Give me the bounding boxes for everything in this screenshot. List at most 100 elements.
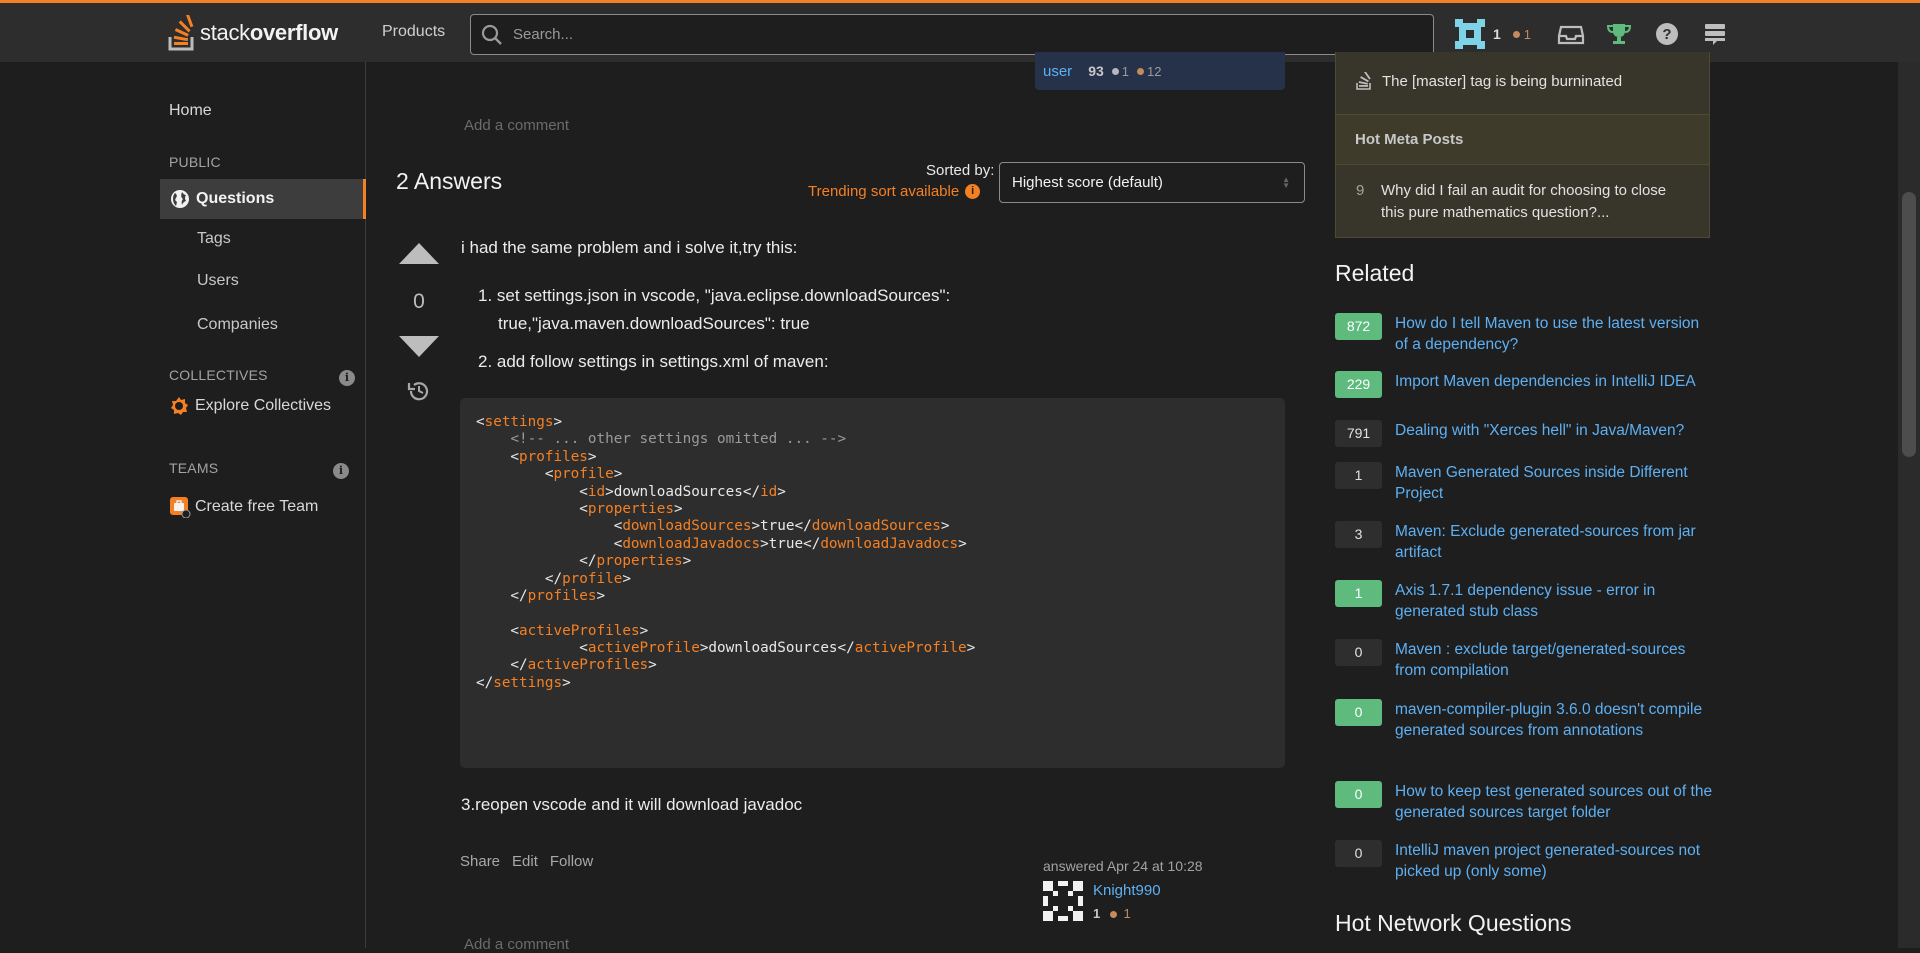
nav-companies[interactable]: Companies bbox=[197, 316, 278, 334]
bronze-badge-icon bbox=[1512, 30, 1520, 38]
related-item-score: 0 bbox=[1335, 639, 1382, 666]
related-item[interactable]: 791 Dealing with "Xerces hell" in Java/Ma… bbox=[1335, 420, 1715, 447]
site-switcher-icon[interactable] bbox=[1701, 20, 1729, 48]
related-item[interactable]: 3 Maven: Exclude generated-sources from j… bbox=[1335, 521, 1715, 563]
sort-select[interactable]: Highest score (default) ▲ ▼ bbox=[999, 162, 1305, 203]
related-item-score: 229 bbox=[1335, 371, 1382, 398]
vote-count: 0 bbox=[413, 290, 425, 313]
answered-timestamp[interactable]: answered Apr 24 at 10:28 bbox=[1043, 858, 1203, 874]
related-item-score: 0 bbox=[1335, 840, 1382, 867]
sort-select-value: Highest score (default) bbox=[1012, 174, 1163, 191]
search-box[interactable] bbox=[470, 14, 1434, 55]
related-item[interactable]: 1 Maven Generated Sources inside Differen… bbox=[1335, 462, 1715, 504]
related-item[interactable]: 0 Maven : exclude target/generated-source… bbox=[1335, 639, 1715, 681]
related-item-title[interactable]: Maven : exclude target/generated-sources… bbox=[1395, 639, 1715, 681]
scrollbar-thumb[interactable] bbox=[1902, 192, 1916, 457]
related-item-title[interactable]: IntelliJ maven project generated-sources… bbox=[1395, 840, 1715, 882]
user-avatar-icon[interactable] bbox=[1455, 19, 1485, 49]
related-item[interactable]: 0 maven-compiler-plugin 3.6.0 doesn't com… bbox=[1335, 699, 1715, 741]
meta-sidebar-box: The [master] tag is being burninated Hot… bbox=[1335, 52, 1710, 238]
related-item-title[interactable]: How do I tell Maven to use the latest ve… bbox=[1395, 313, 1715, 355]
answer-step-2: 2. add follow settings in settings.xml o… bbox=[478, 352, 829, 371]
nav-home[interactable]: Home bbox=[169, 102, 212, 120]
stackoverflow-logo[interactable]: stackoverflow bbox=[168, 13, 338, 53]
info-icon: i bbox=[965, 184, 981, 199]
code-block: <settings> <!-- ... other settings omitt… bbox=[460, 398, 1285, 768]
nav-questions[interactable]: Questions bbox=[160, 179, 366, 219]
code-line: <profile> bbox=[476, 466, 623, 483]
stack-exchange-meta-icon bbox=[1356, 72, 1371, 90]
related-item-title[interactable]: Import Maven dependencies in IntelliJ ID… bbox=[1395, 371, 1715, 398]
achievements-trophy-icon[interactable] bbox=[1605, 20, 1633, 48]
nav-users[interactable]: Users bbox=[197, 272, 239, 290]
related-item-title[interactable]: Axis 1.7.1 dependency issue - error in g… bbox=[1395, 580, 1715, 622]
nav-questions-label: Questions bbox=[196, 190, 275, 207]
code-line: </properties> bbox=[476, 553, 692, 570]
follow-link[interactable]: Follow bbox=[550, 853, 593, 870]
bronze-badge-icon bbox=[1109, 911, 1117, 918]
inbox-icon[interactable] bbox=[1557, 20, 1585, 48]
related-item[interactable]: 229 Import Maven dependencies in IntelliJ… bbox=[1335, 371, 1715, 398]
question-owner-name[interactable]: user bbox=[1043, 63, 1072, 80]
burninated-text: The [master] tag is being burninated bbox=[1382, 72, 1623, 90]
left-sidebar: Home PUBLIC Questions Tags Users Compani… bbox=[160, 62, 366, 948]
related-item-title[interactable]: maven-compiler-plugin 3.6.0 doesn't comp… bbox=[1395, 699, 1715, 741]
nav-section-collectives: COLLECTIVES bbox=[169, 367, 268, 383]
page-scrollbar[interactable] bbox=[1898, 62, 1920, 948]
bronze-badge-icon bbox=[1137, 67, 1144, 75]
logo-prefix: stack bbox=[200, 20, 250, 45]
answerer-avatar[interactable] bbox=[1043, 881, 1083, 921]
related-item-title[interactable]: Maven: Exclude generated-sources from ja… bbox=[1395, 521, 1715, 563]
silver-badge-count: 1 bbox=[1121, 63, 1129, 79]
code-line: <properties> bbox=[476, 500, 683, 517]
hot-network-questions-heading: Hot Network Questions bbox=[1335, 910, 1572, 936]
burninated-post[interactable]: The [master] tag is being burninated bbox=[1356, 72, 1622, 90]
code-line: <id>downloadSources</id> bbox=[476, 483, 786, 500]
history-icon[interactable] bbox=[406, 378, 432, 404]
related-item-title[interactable]: Dealing with "Xerces hell" in Java/Maven… bbox=[1395, 420, 1715, 447]
related-item-title[interactable]: Maven Generated Sources inside Different… bbox=[1395, 462, 1715, 504]
code-line: <downloadJavadocs>true</downloadJavadocs… bbox=[476, 535, 967, 552]
hot-meta-post[interactable]: 9 Why did I fail an audit for choosing t… bbox=[1356, 180, 1681, 224]
related-item[interactable]: 0 How to keep test generated sources out … bbox=[1335, 781, 1715, 823]
help-icon[interactable]: ? bbox=[1653, 20, 1681, 48]
logo-suffix: overflow bbox=[249, 20, 338, 45]
collectives-icon bbox=[171, 397, 188, 415]
add-comment-link[interactable]: Add a comment bbox=[464, 117, 569, 134]
stackoverflow-logo-icon bbox=[168, 15, 194, 51]
hot-meta-heading: Hot Meta Posts bbox=[1336, 114, 1709, 165]
nav-section-public: PUBLIC bbox=[169, 154, 221, 170]
post-menu: Share Edit Follow bbox=[460, 853, 605, 870]
related-item-score: 3 bbox=[1335, 521, 1382, 548]
bronze-badge-count: 12 bbox=[1147, 63, 1162, 79]
products-menu-button[interactable]: Products bbox=[382, 23, 445, 41]
nav-create-team[interactable]: Create free Team bbox=[169, 496, 318, 518]
nav-create-team-label: Create free Team bbox=[195, 498, 319, 515]
related-item[interactable]: 1 Axis 1.7.1 dependency issue - error in … bbox=[1335, 580, 1715, 622]
code-line: </profiles> bbox=[476, 587, 606, 604]
related-item[interactable]: 0 IntelliJ maven project generated-source… bbox=[1335, 840, 1715, 882]
upvote-arrow-icon[interactable] bbox=[398, 240, 440, 266]
related-item[interactable]: 872 How do I tell Maven to use the latest… bbox=[1335, 313, 1715, 355]
downvote-arrow-icon[interactable] bbox=[398, 334, 440, 360]
select-caret-icon: ▲ ▼ bbox=[1282, 175, 1290, 190]
silver-badge-icon bbox=[1111, 67, 1119, 75]
hot-meta-post-title: Why did I fail an audit for choosing to … bbox=[1381, 182, 1667, 221]
collectives-info-icon[interactable]: i bbox=[339, 370, 355, 386]
related-heading: Related bbox=[1335, 260, 1415, 286]
nav-section-teams: TEAMS bbox=[169, 460, 219, 476]
answer-step-3: 3.reopen vscode and it will download jav… bbox=[461, 795, 803, 814]
related-item-title[interactable]: How to keep test generated sources out o… bbox=[1395, 781, 1715, 823]
search-input[interactable] bbox=[513, 26, 1393, 43]
edit-link[interactable]: Edit bbox=[512, 853, 538, 870]
nav-tags[interactable]: Tags bbox=[197, 230, 231, 248]
trending-sort-link[interactable]: Trending sort available i bbox=[808, 183, 981, 200]
teams-info-icon[interactable]: i bbox=[333, 463, 349, 479]
share-link[interactable]: Share bbox=[460, 853, 500, 870]
answer-intro: i had the same problem and i solve it,tr… bbox=[461, 238, 798, 257]
nav-explore-collectives[interactable]: Explore Collectives bbox=[169, 396, 331, 416]
answerer-reputation-row: 1 1 bbox=[1093, 906, 1131, 921]
answerer-name[interactable]: Knight990 bbox=[1093, 882, 1161, 899]
add-comment-link[interactable]: Add a comment bbox=[464, 936, 569, 953]
